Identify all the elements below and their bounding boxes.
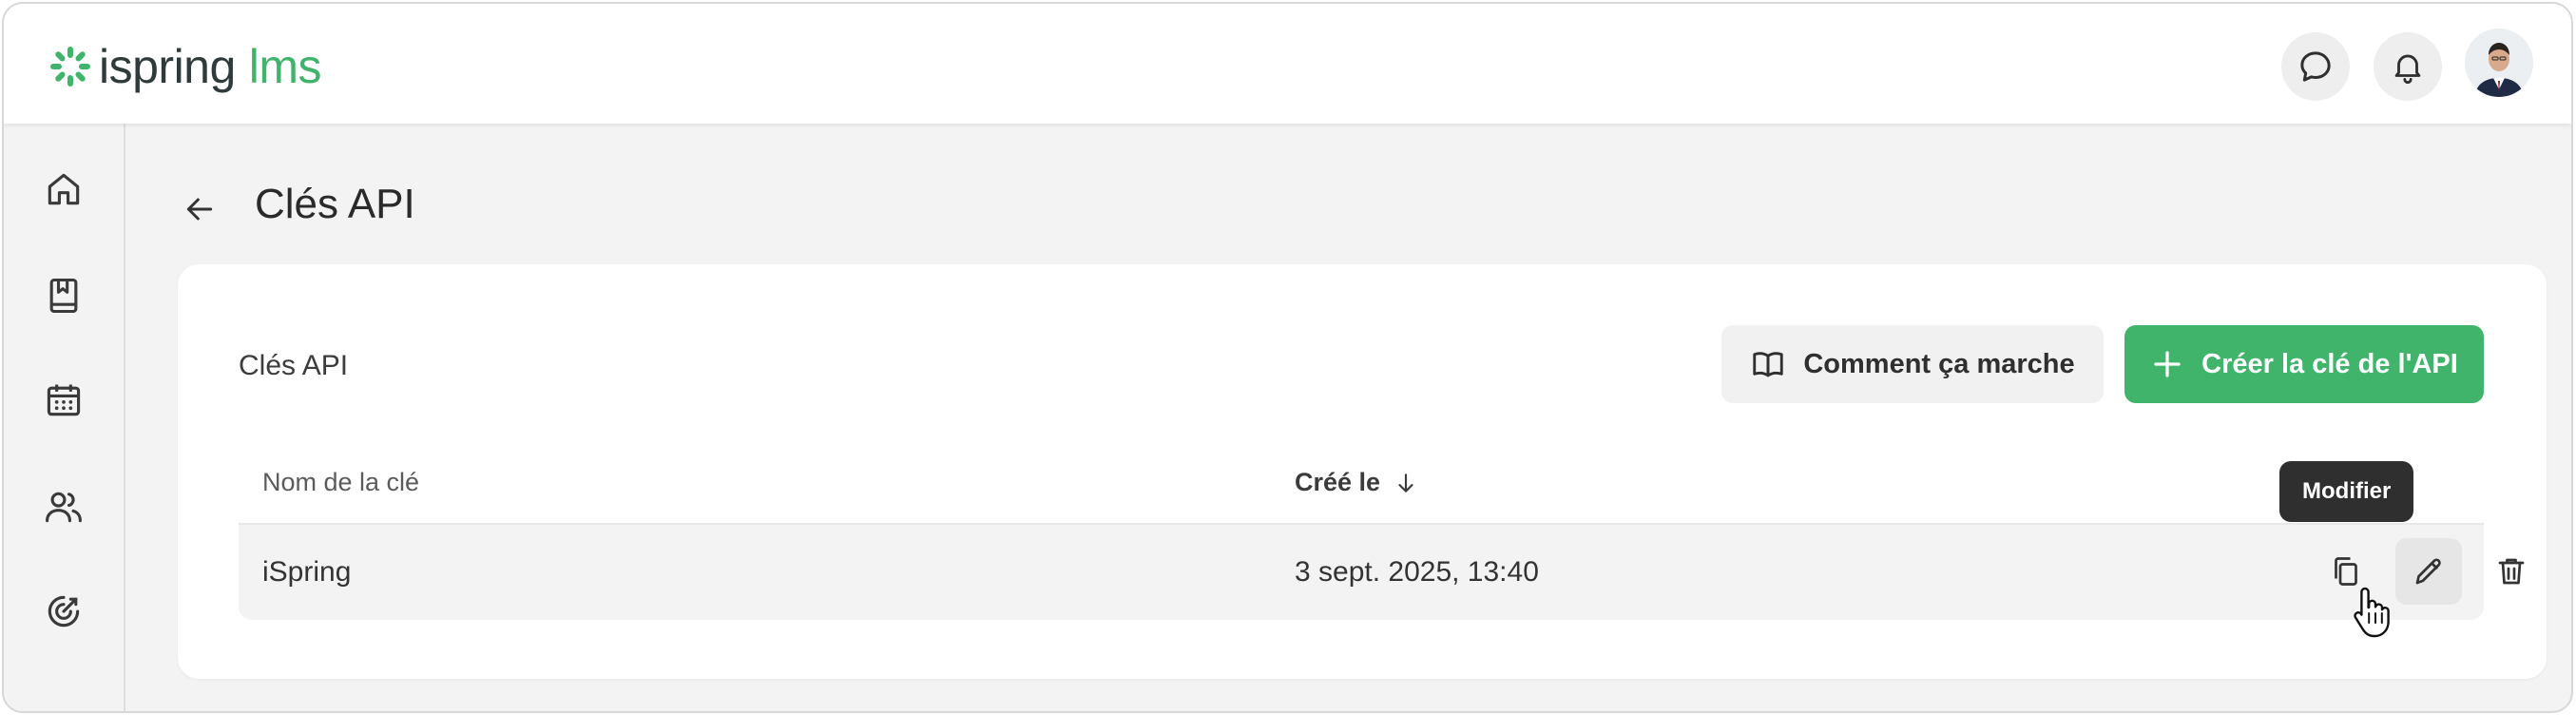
created-date-cell: 3 sept. 2025, 13:40 (1295, 556, 1539, 588)
logo-word-lms: lms (248, 40, 322, 93)
open-book-icon (1753, 352, 1784, 377)
edit-button[interactable] (2395, 538, 2462, 605)
sidebar-item-home[interactable] (36, 162, 91, 217)
user-photo-icon (2465, 29, 2533, 97)
logo-word: ispring (99, 40, 236, 93)
column-header-created-label: Créé le (1295, 468, 1381, 496)
page-title: Clés API (255, 181, 415, 227)
bell-icon (2394, 54, 2421, 84)
card-title: Clés API (239, 350, 349, 381)
sidebar-item-users[interactable] (36, 479, 91, 534)
table-row[interactable]: iSpring 3 sept. 2025, 13:40 (239, 525, 2525, 620)
chat-button[interactable] (2281, 32, 2350, 101)
logo-text: ispring lms (99, 40, 322, 93)
edit-tooltip: Modifier (2279, 461, 2414, 522)
plus-icon (2154, 351, 2181, 377)
users-icon (46, 492, 82, 523)
create-api-key-label: Créer la clé de l'API (2201, 348, 2458, 379)
api-keys-card: Clés API Comment ça marche Créer la clé … (178, 264, 2547, 679)
chat-icon (2300, 51, 2331, 82)
column-header-name[interactable]: Nom de la clé (262, 468, 419, 497)
notifications-button[interactable] (2374, 32, 2442, 101)
column-header-name-label: Nom de la clé (262, 468, 420, 496)
user-avatar[interactable] (2465, 29, 2533, 97)
target-icon (48, 595, 80, 628)
left-sidebar (4, 124, 125, 711)
copy-icon (2335, 557, 2357, 586)
how-it-works-button[interactable]: Comment ça marche (1721, 325, 2104, 403)
create-api-key-button[interactable]: Créer la clé de l'API (2124, 325, 2484, 403)
key-name-cell: iSpring (262, 556, 352, 588)
trash-icon (2498, 558, 2525, 585)
sidebar-item-calendar[interactable] (36, 373, 91, 428)
sidebar-item-learning[interactable] (36, 268, 91, 323)
pencil-icon (2415, 558, 2441, 585)
ispring-lms-logo[interactable]: ispring lms (49, 40, 322, 93)
sidebar-item-goals[interactable] (36, 584, 91, 639)
home-icon (48, 173, 80, 205)
logo-burst-icon (50, 47, 90, 87)
how-it-works-label: Comment ça marche (1803, 348, 2075, 379)
sort-arrow-down-icon (1398, 473, 1413, 493)
delete-button[interactable] (2478, 538, 2545, 605)
hand-cursor-icon (2354, 587, 2390, 638)
app-window: ispring lms Clés API Clés API Comment ça… (2, 2, 2573, 713)
column-header-created[interactable]: Créé le (1295, 468, 1418, 497)
calendar-icon (47, 384, 81, 416)
bookmark-book-icon (49, 278, 78, 314)
arrow-left-icon (186, 198, 213, 221)
back-button[interactable] (175, 184, 224, 234)
top-header: ispring lms (4, 4, 2571, 124)
